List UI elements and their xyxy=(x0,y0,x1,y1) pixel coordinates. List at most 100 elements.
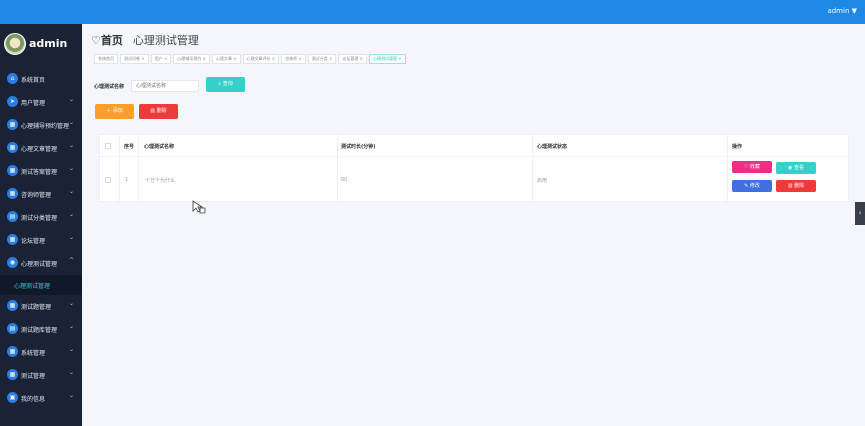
sidebar-item-label: 测试管理 xyxy=(21,373,46,380)
sidebar: admin ⌂ 系统首页 ➤ 用户管理 ⌄ ▦ 心理辅导预约管理 ⌄ ▦ 心理文章管理 ⌄ ▦ 测试答案… xyxy=(0,24,82,426)
sidebar-item-label: 咨询师管理 xyxy=(21,192,52,199)
main-content: ♡首页 心理测试管理 系统首页 测试问卷 × 用户 × 心理辅导预约 × 心理文章 × 心理… xyxy=(82,24,865,426)
side-collapse-tab[interactable]: ‹ xyxy=(855,202,865,225)
sidebar-item[interactable]: ▦ 测试管理 ⌄ xyxy=(0,364,82,387)
sidebar-item-label: 测试题库管理 xyxy=(21,327,58,334)
add-button-label: 添加 xyxy=(112,108,123,114)
grid-icon: ▦ xyxy=(7,234,18,245)
eye-icon: ◉ xyxy=(7,257,18,268)
sidebar-item[interactable]: ◉ 心理测试管理 ^ xyxy=(0,252,82,275)
row-delete-button[interactable]: ▥ 删除 xyxy=(776,180,816,192)
sidebar-item[interactable]: ▦ 系统管理 ⌄ xyxy=(0,341,82,364)
edit-button[interactable]: ✎ 修改 xyxy=(732,180,772,192)
search-input[interactable] xyxy=(131,80,199,92)
send-icon: ➤ xyxy=(7,96,18,107)
nav-tag[interactable]: 测试分类 × xyxy=(307,54,337,64)
sidebar-item-label: 心理测试管理 xyxy=(21,261,58,268)
sidebar-subitem-label: 心理测试管理 xyxy=(14,283,51,290)
row-status: 启用 xyxy=(537,178,548,184)
chevron-icon: ⌄ xyxy=(68,188,74,195)
grid-icon: ▦ xyxy=(7,369,18,380)
sidebar-item-label: 用户管理 xyxy=(21,100,46,107)
chevron-icon: ⌄ xyxy=(68,165,74,172)
grid-icon: ▦ xyxy=(7,165,18,176)
delete-button-label: 删除 xyxy=(156,108,167,114)
col-no: 序号 xyxy=(124,144,135,150)
sidebar-item-label: 论坛管理 xyxy=(21,238,46,245)
chevron-icon: ⌄ xyxy=(68,211,74,218)
sidebar-item-label: 系统首页 xyxy=(21,77,46,84)
sidebar-subitem-psych-test[interactable]: 心理测试管理 xyxy=(0,275,82,295)
nav-tag[interactable]: 系统首页 xyxy=(94,54,118,64)
col-status: 心理测试状态 xyxy=(537,144,568,150)
user-menu[interactable]: admin ▼ xyxy=(827,7,857,15)
chevron-icon: ⌄ xyxy=(68,323,74,330)
mouse-cursor-icon xyxy=(192,200,206,214)
avatar xyxy=(4,33,26,55)
sidebar-item-label: 心理文章管理 xyxy=(21,146,58,153)
user-card-icon: ▣ xyxy=(7,392,18,403)
nav-tag[interactable]: 咨询师 × xyxy=(281,54,306,64)
sidebar-item[interactable]: ▦ 测试答案管理 ⌄ xyxy=(0,160,82,183)
breadcrumb: ♡首页 心理测试管理 xyxy=(91,32,199,48)
chevron-icon: ⌄ xyxy=(68,346,74,353)
heart-icon: ♡ xyxy=(91,34,101,47)
chevron-icon: ⌄ xyxy=(68,119,74,126)
nav-tag[interactable]: 心理文章评论 × xyxy=(242,54,280,64)
home-icon: ⌂ xyxy=(7,73,18,84)
favorite-label: 收藏 xyxy=(750,164,761,170)
sidebar-item[interactable]: ▦ 心理辅导预约管理 ⌄ xyxy=(0,114,82,137)
grid-icon: ▦ xyxy=(7,142,18,153)
sidebar-item-label: 测试答案管理 xyxy=(21,169,58,176)
nav-tag[interactable]: 心理测试管理 × xyxy=(369,54,406,64)
grid-icon: ▦ xyxy=(7,188,18,199)
sidebar-item-label: 心理辅导预约管理 xyxy=(21,123,70,130)
nav-tag[interactable]: 论坛管理 × xyxy=(338,54,367,64)
chevron-icon: ⌄ xyxy=(68,142,74,149)
sidebar-item[interactable]: ▦ 论坛管理 ⌄ xyxy=(0,229,82,252)
row-duration: 60 xyxy=(341,177,348,183)
search-button-label: 查询 xyxy=(222,81,233,87)
top-bar: admin ▼ xyxy=(0,0,865,24)
row-name: 十万个为什么 xyxy=(145,178,176,184)
row-delete-label: 删除 xyxy=(794,183,805,189)
view-button[interactable]: ◉ 查看 xyxy=(776,162,816,174)
col-name: 心理测试名称 xyxy=(144,144,175,150)
search-button[interactable]: ⌕ 查询 xyxy=(206,77,245,92)
chevron-icon: ⌄ xyxy=(68,234,74,241)
select-all-checkbox[interactable] xyxy=(105,143,111,149)
chevron-left-icon: ‹ xyxy=(858,209,862,217)
data-table: 序号 心理测试名称 测试时长(分钟) 心理测试状态 操作 1 十万个为什么 60… xyxy=(99,134,850,203)
grid-icon: ▦ xyxy=(7,300,18,311)
store-icon: ▤ xyxy=(7,211,18,222)
sidebar-item[interactable]: ⌂ 系统首页 xyxy=(0,68,82,91)
favorite-button[interactable]: ♡ 收藏 xyxy=(732,161,772,173)
chevron-icon: ⌄ xyxy=(68,300,74,307)
sidebar-item[interactable]: ➤ 用户管理 ⌄ xyxy=(0,91,82,114)
sidebar-item-label: 系统管理 xyxy=(21,350,46,357)
add-button[interactable]: ＋ 添加 xyxy=(95,104,134,119)
sidebar-item[interactable]: ▤ 测试题库管理 ⌄ xyxy=(0,318,82,341)
sidebar-item[interactable]: ▦ 咨询师管理 ⌄ xyxy=(0,183,82,206)
sidebar-item-label: 测试分类管理 xyxy=(21,215,58,222)
nav-tag[interactable]: 心理辅导预约 × xyxy=(173,54,210,64)
chevron-icon: ⌄ xyxy=(68,369,74,376)
chevron-icon: ⌄ xyxy=(68,96,74,103)
sidebar-item[interactable]: ▣ 我的信息 ⌄ xyxy=(0,387,82,410)
nav-tag[interactable]: 用户 × xyxy=(150,54,172,64)
row-checkbox[interactable] xyxy=(105,177,111,183)
col-ops: 操作 xyxy=(732,144,743,150)
breadcrumb-home[interactable]: 首页 xyxy=(101,34,123,47)
edit-label: 修改 xyxy=(749,183,760,189)
sidebar-item[interactable]: ▦ 测试题管理 ⌄ xyxy=(0,295,82,318)
nav-tag[interactable]: 心理文章 × xyxy=(211,54,241,64)
brand-name: admin xyxy=(29,37,68,50)
sidebar-item[interactable]: ▤ 测试分类管理 ⌄ xyxy=(0,206,82,229)
view-label: 查看 xyxy=(793,165,804,171)
delete-button[interactable]: ▥ 删除 xyxy=(139,104,178,119)
nav-tag[interactable]: 测试问卷 × xyxy=(120,54,149,64)
table-header: 序号 心理测试名称 测试时长(分钟) 心理测试状态 操作 xyxy=(100,135,850,157)
table-row: 1 十万个为什么 60 启用 ♡ 收藏 ◉ 查看 ✎ 修改 ▥ 删除 xyxy=(100,157,850,203)
sidebar-item[interactable]: ▦ 心理文章管理 ⌄ xyxy=(0,137,82,160)
plus-icon: ＋ xyxy=(106,108,113,114)
